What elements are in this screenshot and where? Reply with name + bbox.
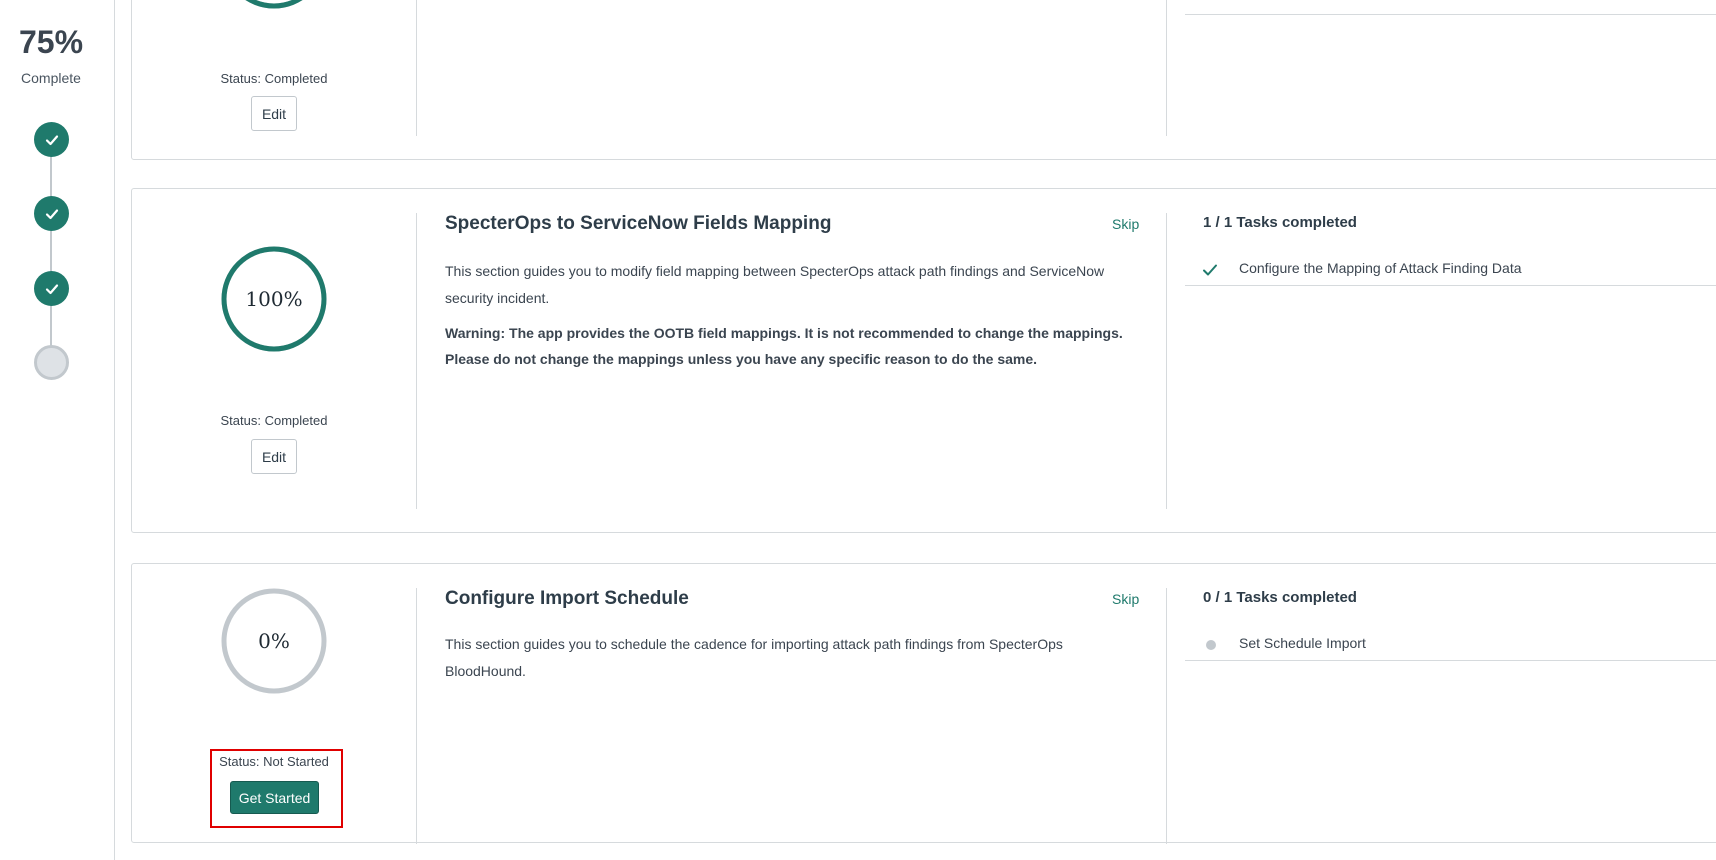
overall-progress-label: Complete (21, 70, 81, 86)
overall-progress-percent: 75% (18, 24, 84, 60)
task-row[interactable]: Configure the Mapping of Attack Finding … (1185, 252, 1716, 286)
section-description: This section guides you to modify field … (445, 263, 1105, 306)
column-divider (416, 588, 417, 844)
check-icon (45, 208, 58, 219)
section-description: This section guides you to schedule the … (445, 636, 1063, 679)
tasks-summary: 0 / 1 Tasks completed (1203, 589, 1357, 606)
section-title: SpecterOps to ServiceNow Fields Mapping (445, 213, 832, 234)
section-card-fields-mapping: 100% Status: Completed Edit SpecterOps t… (131, 188, 1716, 533)
skip-link[interactable]: Skip (1112, 591, 1139, 607)
tasks-summary: 1 / 1 Tasks completed (1203, 214, 1357, 231)
section-progress-percent: 100% (245, 287, 303, 311)
section-card-import-schedule: 0% Status: Not Started Get Started Confi… (131, 563, 1716, 844)
task-row-partial (1185, 0, 1716, 15)
step-1-completed[interactable] (34, 122, 69, 157)
section-progress-percent: 0% (258, 629, 290, 653)
section-status: Status: Completed (220, 413, 328, 428)
edit-button[interactable]: Edit (251, 439, 297, 474)
task-label: Set Schedule Import (1239, 635, 1366, 651)
section-title: Configure Import Schedule (445, 588, 689, 609)
task-label: Configure the Mapping of Attack Finding … (1239, 260, 1522, 276)
skip-link[interactable]: Skip (1112, 216, 1139, 232)
column-divider (1166, 588, 1167, 844)
step-4-not-started[interactable] (34, 345, 69, 380)
progress-rail-line (50, 140, 52, 364)
section-card-previous: Status: Completed Edit (131, 0, 1716, 160)
column-divider (1166, 0, 1167, 136)
step-2-completed[interactable] (34, 196, 69, 231)
column-divider (416, 0, 417, 136)
section-progress-donut (221, 0, 327, 9)
check-icon (1203, 264, 1217, 276)
task-row[interactable]: Set Schedule Import (1185, 627, 1716, 661)
pending-dot-icon (1206, 640, 1216, 650)
check-icon (45, 283, 58, 294)
edit-button[interactable]: Edit (251, 96, 297, 131)
check-icon (45, 134, 58, 145)
get-started-button[interactable]: Get Started (230, 781, 319, 814)
section-status: Status: Completed (220, 71, 328, 86)
column-divider (416, 213, 417, 509)
progress-rail: 75% Complete (0, 0, 115, 860)
step-3-completed[interactable] (34, 271, 69, 306)
section-warning: Warning: The app provides the OOTB field… (445, 325, 1123, 367)
column-divider (1166, 213, 1167, 509)
section-status: Status: Not Started (219, 754, 329, 769)
